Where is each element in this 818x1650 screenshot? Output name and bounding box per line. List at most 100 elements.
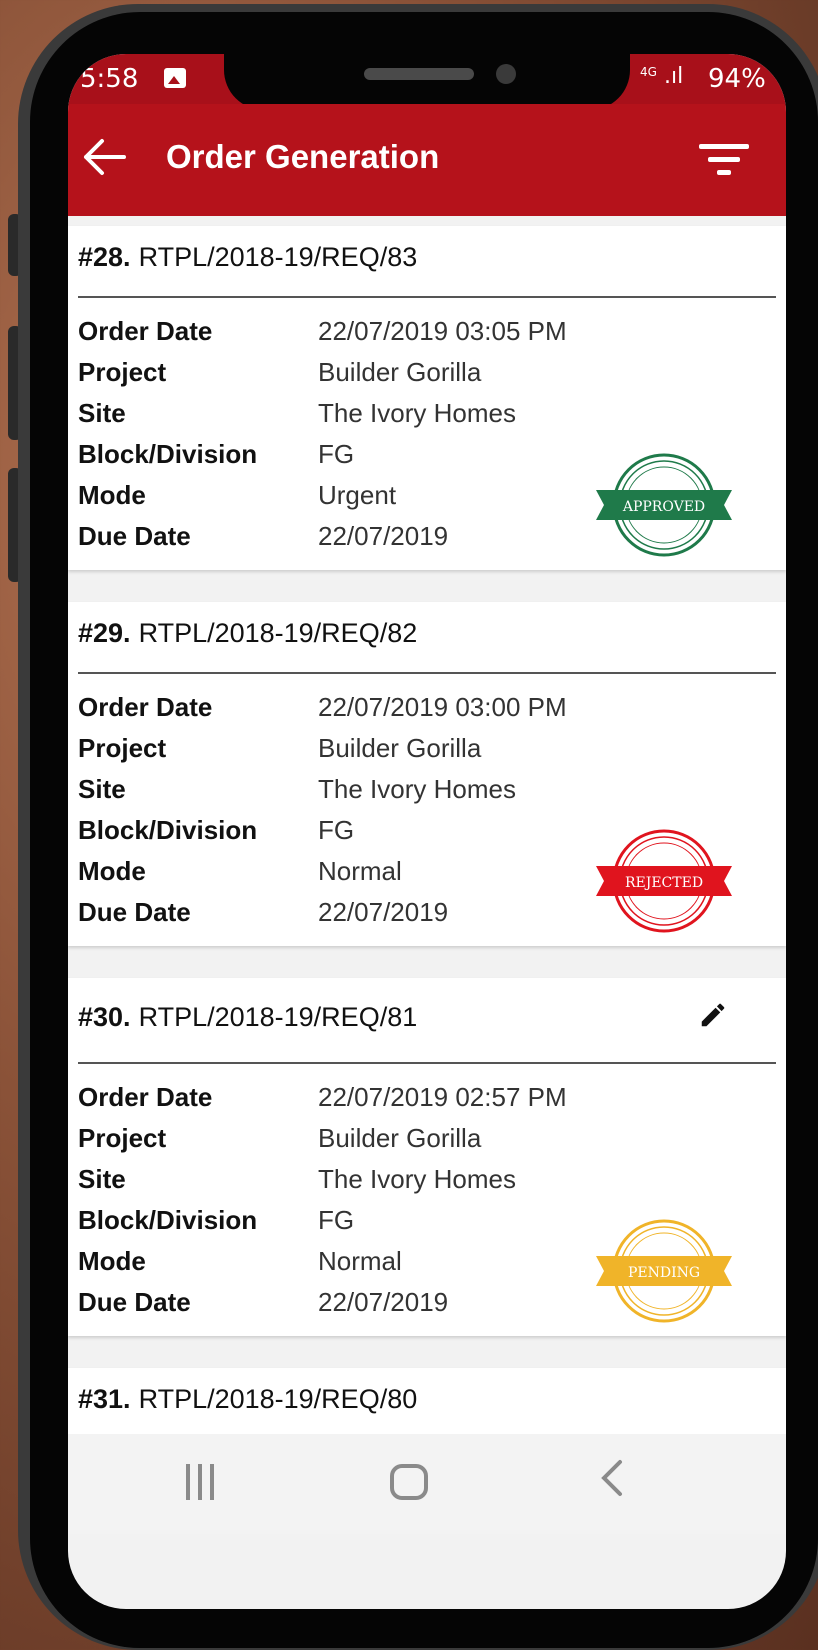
detail-label: Block/Division <box>78 1205 258 1235</box>
order-details: Order Date 22/07/2019 02:57 PM Project Bui… <box>78 1082 567 1328</box>
filter-icon[interactable] <box>698 144 750 184</box>
rejected-stamp: REJECTED <box>596 829 732 933</box>
order-card[interactable]: #30. RTPL/2018-19/REQ/81 Order Date 22/07/… <box>68 978 786 1336</box>
detail-label: Project <box>78 357 167 387</box>
back-arrow-icon[interactable] <box>82 132 128 182</box>
order-number: #28. <box>78 242 131 272</box>
detail-value: FG <box>318 1205 355 1235</box>
divider <box>78 1062 776 1064</box>
detail-label: Site <box>78 774 126 804</box>
home-icon[interactable] <box>390 1464 428 1500</box>
approved-stamp: APPROVED <box>596 453 732 557</box>
battery-level: 94% <box>708 64 766 94</box>
order-ref: RTPL/2018-19/REQ/81 <box>138 1002 418 1032</box>
detail-value: 22/07/2019 03:00 PM <box>318 692 567 722</box>
detail-label: Site <box>78 1164 126 1194</box>
divider <box>78 672 776 674</box>
detail-row: Project Builder Gorilla <box>78 733 567 774</box>
order-number: #31. <box>78 1384 131 1414</box>
detail-label: Mode <box>78 856 146 886</box>
order-ref: RTPL/2018-19/REQ/83 <box>138 242 418 272</box>
nav-back-icon[interactable] <box>596 1456 626 1510</box>
order-header: #30. RTPL/2018-19/REQ/81 <box>78 1002 417 1033</box>
detail-value: The Ivory Homes <box>318 774 516 804</box>
detail-row: Block/Division FG <box>78 439 567 480</box>
detail-value: The Ivory Homes <box>318 1164 516 1194</box>
order-details: Order Date 22/07/2019 03:05 PM Project Bui… <box>78 316 567 562</box>
detail-row: Due Date 22/07/2019 <box>78 521 567 562</box>
status-time: 5:58 <box>80 64 139 94</box>
order-header: #31. RTPL/2018-19/REQ/80 <box>78 1384 417 1415</box>
detail-row: Block/Division FG <box>78 1205 567 1246</box>
order-header: #29. RTPL/2018-19/REQ/82 <box>78 618 417 649</box>
order-ref: RTPL/2018-19/REQ/80 <box>138 1384 418 1414</box>
detail-row: Block/Division FG <box>78 815 567 856</box>
detail-value: The Ivory Homes <box>318 398 516 428</box>
detail-value: 22/07/2019 <box>318 897 449 927</box>
order-list[interactable]: #28. RTPL/2018-19/REQ/83 Order Date 22/07/… <box>68 216 786 1434</box>
speaker-grille <box>364 68 474 80</box>
detail-label: Site <box>78 398 126 428</box>
detail-row: Site The Ivory Homes <box>78 398 567 439</box>
detail-label: Mode <box>78 1246 146 1276</box>
detail-value: Builder Gorilla <box>318 357 482 387</box>
detail-row: Order Date 22/07/2019 03:05 PM <box>78 316 567 357</box>
detail-label: Order Date <box>78 1082 213 1112</box>
order-ref: RTPL/2018-19/REQ/82 <box>138 618 418 648</box>
order-header: #28. RTPL/2018-19/REQ/83 <box>78 242 417 273</box>
detail-value: 22/07/2019 03:05 PM <box>318 316 567 346</box>
detail-value: Builder Gorilla <box>318 1123 482 1153</box>
edit-icon[interactable] <box>698 1000 728 1030</box>
detail-value: 22/07/2019 <box>318 1287 449 1317</box>
phone-screen: 5:58 4G .ıl 94% Order Generation #28. RTP… <box>68 54 786 1609</box>
system-nav-bar <box>68 1434 786 1534</box>
detail-label: Mode <box>78 480 146 510</box>
pending-stamp: PENDING <box>596 1219 732 1323</box>
order-number: #29. <box>78 618 131 648</box>
order-details: Order Date 22/07/2019 03:00 PM Project Bui… <box>78 692 567 938</box>
detail-label: Order Date <box>78 692 213 722</box>
detail-label: Project <box>78 733 167 763</box>
stamp-label: PENDING <box>628 1265 700 1281</box>
recents-icon[interactable] <box>186 1464 226 1500</box>
detail-label: Order Date <box>78 316 213 346</box>
detail-label: Block/Division <box>78 439 258 469</box>
detail-label: Due Date <box>78 897 191 927</box>
detail-row: Due Date 22/07/2019 <box>78 897 567 938</box>
stamp-label: REJECTED <box>625 875 703 891</box>
detail-label: Due Date <box>78 521 191 551</box>
camera-notch <box>224 54 630 110</box>
page-title: Order Generation <box>166 138 440 175</box>
detail-row: Mode Urgent <box>78 480 567 521</box>
detail-row: Mode Normal <box>78 1246 567 1287</box>
order-number: #30. <box>78 1002 131 1032</box>
order-card[interactable]: #31. RTPL/2018-19/REQ/80 <box>68 1368 786 1434</box>
detail-value: 22/07/2019 <box>318 521 449 551</box>
app-bar: Order Generation <box>68 104 786 216</box>
detail-value: FG <box>318 815 355 845</box>
detail-label: Block/Division <box>78 815 258 845</box>
detail-row: Project Builder Gorilla <box>78 357 567 398</box>
detail-value: 22/07/2019 02:57 PM <box>318 1082 567 1112</box>
detail-row: Project Builder Gorilla <box>78 1123 567 1164</box>
detail-row: Order Date 22/07/2019 02:57 PM <box>78 1082 567 1123</box>
detail-label: Due Date <box>78 1287 191 1317</box>
order-card[interactable]: #28. RTPL/2018-19/REQ/83 Order Date 22/07/… <box>68 226 786 570</box>
detail-value: Builder Gorilla <box>318 733 482 763</box>
detail-row: Order Date 22/07/2019 03:00 PM <box>78 692 567 733</box>
detail-row: Due Date 22/07/2019 <box>78 1287 567 1328</box>
detail-row: Site The Ivory Homes <box>78 1164 567 1205</box>
detail-row: Mode Normal <box>78 856 567 897</box>
order-card[interactable]: #29. RTPL/2018-19/REQ/82 Order Date 22/07/… <box>68 602 786 946</box>
detail-value: Normal <box>318 856 402 886</box>
detail-value: Urgent <box>318 480 397 510</box>
detail-value: Normal <box>318 1246 402 1276</box>
divider <box>78 296 776 298</box>
front-camera <box>496 64 516 84</box>
detail-label: Project <box>78 1123 167 1153</box>
signal-icon: .ıl <box>664 64 684 89</box>
stamp-label: APPROVED <box>622 499 705 515</box>
detail-row: Site The Ivory Homes <box>78 774 567 815</box>
detail-value: FG <box>318 439 355 469</box>
network-type-icon: 4G <box>640 65 657 79</box>
